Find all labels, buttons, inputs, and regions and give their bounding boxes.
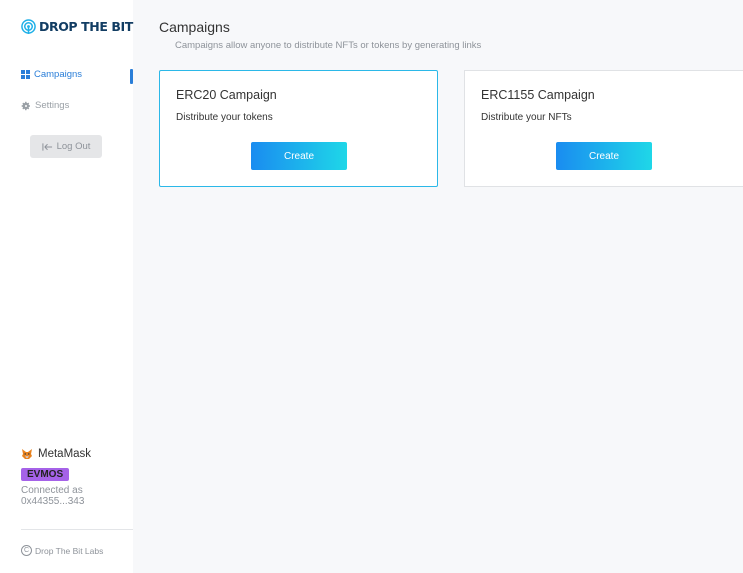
network-badge: EVMOS: [21, 468, 70, 481]
footer-label: Drop The Bit Labs: [35, 545, 104, 556]
grid-icon: [21, 70, 30, 79]
erc20-campaign-card[interactable]: ERC20 Campaign Distribute your tokens Cr…: [159, 70, 438, 187]
active-indicator: [130, 69, 133, 84]
wallet-name: MetaMask: [38, 448, 92, 460]
footer: C Drop The Bit Labs: [21, 545, 103, 556]
logout-label: Log Out: [56, 141, 91, 152]
metamask-fox-icon: [22, 449, 32, 459]
sidebar-item-label: Settings: [35, 100, 70, 111]
card-description: Distribute your NFTs: [481, 112, 572, 123]
logout-icon: [42, 142, 52, 151]
sidebar-item-campaigns[interactable]: Campaigns: [21, 69, 82, 80]
divider: [21, 529, 133, 530]
page-subtitle: Campaigns allow anyone to distribute NFT…: [175, 40, 482, 51]
wallet-info: MetaMask EVMOS Connected as 0x44355...34…: [21, 448, 91, 507]
sidebar-item-settings[interactable]: Settings: [21, 100, 69, 111]
wallet-address: 0x44355...343: [21, 496, 85, 507]
gear-icon: [21, 101, 30, 110]
copyright-icon: C: [21, 545, 32, 556]
card-title: ERC1155 Campaign: [481, 88, 595, 102]
page-title: Campaigns: [159, 19, 230, 35]
create-erc1155-button[interactable]: Create: [556, 142, 652, 170]
wallet-name-row: MetaMask: [21, 448, 91, 460]
signal-drop-icon: [21, 19, 36, 34]
logo-text: DROP THE BIT: [39, 19, 133, 34]
logout-button[interactable]: Log Out: [30, 135, 102, 158]
card-description: Distribute your tokens: [176, 112, 273, 123]
erc1155-campaign-card[interactable]: ERC1155 Campaign Distribute your NFTs Cr…: [464, 70, 743, 187]
sidebar: DROP THE BIT Campaigns Settings Log Out …: [0, 0, 133, 573]
sidebar-item-label: Campaigns: [34, 69, 83, 80]
app-logo[interactable]: DROP THE BIT: [21, 19, 133, 34]
card-title: ERC20 Campaign: [176, 88, 277, 102]
create-erc20-button[interactable]: Create: [251, 142, 347, 170]
connected-label: Connected as: [21, 485, 83, 496]
